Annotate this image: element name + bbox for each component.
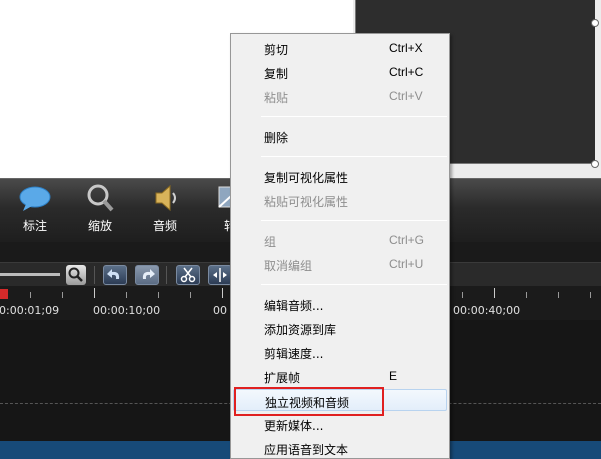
menu-item-shortcut: Ctrl+C — [389, 65, 424, 79]
menu-item-copy[interactable]: 复制 Ctrl+C — [231, 61, 449, 83]
undo-icon — [107, 269, 120, 279]
tool-callout[interactable]: 标注 — [10, 183, 60, 234]
ruler-tick — [30, 292, 31, 298]
menu-item-label: 删除 — [264, 131, 289, 145]
ruler-tick — [494, 288, 495, 298]
ruler-tick — [558, 292, 559, 298]
toolbar-divider — [94, 266, 95, 284]
menu-item-add-to-library[interactable]: 添加资源到库 — [231, 317, 449, 339]
callout-icon — [19, 186, 51, 211]
tool-audio-label: 音频 — [152, 219, 177, 233]
camtasia-editor: 标注 缩放 音频 转 — [0, 0, 601, 459]
search-icon[interactable] — [66, 265, 86, 285]
resize-handle-bottom[interactable] — [591, 160, 599, 168]
menu-item-label: 粘贴 — [264, 91, 289, 105]
undo-button[interactable] — [103, 265, 127, 285]
menu-item-label: 取消编组 — [264, 259, 313, 273]
menu-item-shortcut: Ctrl+V — [389, 89, 423, 103]
menu-item-label: 应用语音到文本 — [264, 443, 349, 457]
resize-handle-top[interactable] — [591, 19, 599, 27]
menu-item-label: 复制 — [264, 67, 289, 81]
audio-speaker-icon — [155, 184, 176, 212]
ruler-tick — [62, 292, 63, 298]
menu-item-label: 复制可视化属性 — [264, 171, 349, 185]
ruler-tick — [526, 292, 527, 298]
ruler-time-label: 00:00:10;00 — [93, 304, 161, 317]
tool-zoom[interactable]: 缩放 — [75, 183, 125, 234]
toolbar-divider — [166, 266, 167, 284]
menu-item-clip-speed[interactable]: 剪辑速度... — [231, 341, 449, 363]
ruler-tick — [126, 292, 127, 298]
menu-item-edit-audio[interactable]: 编辑音频... — [231, 293, 449, 315]
split-icon — [213, 268, 227, 282]
ruler-tick — [590, 292, 591, 298]
ruler-tick — [158, 292, 159, 298]
split-button[interactable] — [208, 265, 232, 285]
menu-item-label: 组 — [264, 235, 277, 249]
ruler-tick — [190, 292, 191, 298]
tool-zoom-label: 缩放 — [87, 219, 112, 233]
menu-item-label: 编辑音频... — [264, 299, 324, 313]
menu-item-shortcut: Ctrl+U — [389, 257, 424, 271]
menu-item-label: 粘贴可视化属性 — [264, 195, 349, 209]
menu-item-copy-visual-properties[interactable]: 复制可视化属性 — [231, 165, 449, 187]
redo-icon — [142, 269, 155, 279]
ruler-time-label: 00:00:40;00 — [453, 304, 521, 317]
menu-item-shortcut: E — [389, 369, 398, 383]
highlight-annotation-box — [234, 387, 384, 416]
menu-item-update-media[interactable]: 更新媒体... — [231, 413, 449, 435]
menu-item-label: 添加资源到库 — [264, 323, 337, 337]
menu-item-delete[interactable]: 删除 — [231, 125, 449, 147]
menu-item-paste: 粘贴 Ctrl+V — [231, 85, 449, 107]
tool-callout-label: 标注 — [22, 219, 47, 233]
menu-item-paste-visual-properties: 粘贴可视化属性 — [231, 189, 449, 211]
zoom-icon — [87, 184, 114, 212]
ruler-tick — [94, 288, 95, 298]
menu-item-shortcut: Ctrl+G — [389, 233, 425, 247]
menu-item-speech-to-text[interactable]: 应用语音到文本 — [231, 437, 449, 459]
ruler-tick — [222, 288, 223, 298]
menu-separator — [261, 220, 447, 221]
ruler-time-label: 00 — [213, 304, 227, 317]
menu-item-label: 剪切 — [264, 43, 289, 57]
menu-item-label: 剪辑速度... — [264, 347, 324, 361]
menu-item-ungroup: 取消编组 Ctrl+U — [231, 253, 449, 275]
menu-item-cut[interactable]: 剪切 Ctrl+X — [231, 37, 449, 59]
cut-button[interactable] — [176, 265, 200, 285]
zoom-slider[interactable] — [0, 273, 60, 276]
menu-item-label: 扩展帧 — [264, 371, 301, 385]
ruler-tick — [462, 292, 463, 298]
scissors-icon — [180, 267, 196, 283]
ruler-time-label: 0:00:01;09 — [0, 304, 60, 317]
playhead-marker[interactable] — [0, 289, 8, 299]
menu-separator — [261, 156, 447, 157]
menu-item-group: 组 Ctrl+G — [231, 229, 449, 251]
tool-audio[interactable]: 音频 — [140, 183, 190, 234]
menu-separator — [261, 284, 447, 285]
menu-item-label: 更新媒体... — [264, 419, 324, 433]
menu-separator — [261, 116, 447, 117]
redo-button[interactable] — [135, 265, 159, 285]
menu-item-extend-frame[interactable]: 扩展帧 E — [231, 365, 449, 387]
menu-item-shortcut: Ctrl+X — [389, 41, 423, 55]
